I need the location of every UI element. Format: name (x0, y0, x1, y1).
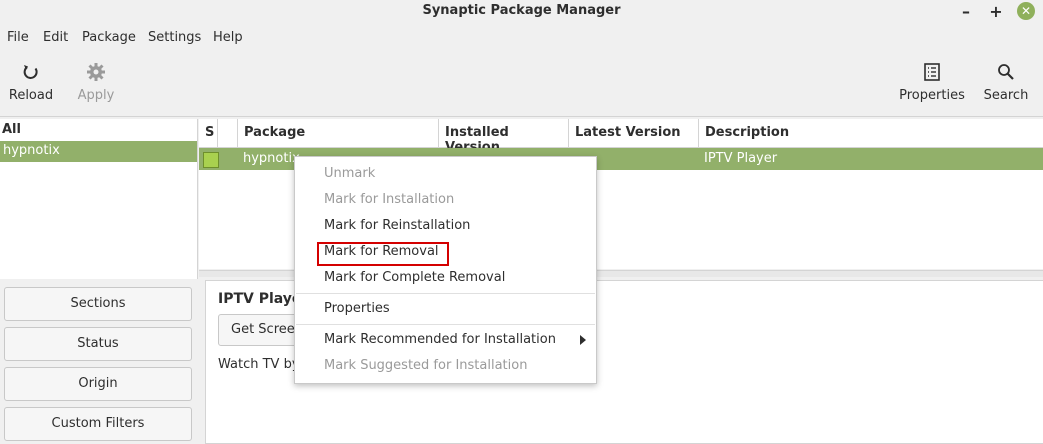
menu-item-properties[interactable]: Properties (295, 298, 596, 320)
properties-icon (899, 56, 965, 88)
reload-label: Reload (8, 88, 54, 103)
menu-help[interactable]: Help (213, 30, 243, 45)
menu-separator (296, 324, 595, 325)
filter-item-all[interactable]: All (2, 122, 21, 137)
get-screenshot-label: Get Screen (231, 322, 303, 337)
maximize-button[interactable]: + (986, 2, 1006, 22)
filter-item-hypnotix[interactable]: hypnotix (0, 141, 197, 162)
column-header-support[interactable] (218, 119, 238, 148)
menu-item-mark-for-reinstallation[interactable]: Mark for Reinstallation (295, 215, 596, 237)
menu-edit[interactable]: Edit (43, 30, 68, 45)
apply-button[interactable]: Apply (74, 56, 118, 103)
menu-package[interactable]: Package (82, 30, 136, 45)
menu-item-mark-for-complete-removal[interactable]: Mark for Complete Removal (295, 267, 596, 289)
minimize-button[interactable]: – (956, 2, 976, 22)
title-bar: Synaptic Package Manager – + ✕ (0, 0, 1043, 24)
status-button[interactable]: Status (4, 327, 192, 361)
column-header-latest-version[interactable]: Latest Version (569, 119, 699, 148)
context-menu: Unmark Mark for Installation Mark for Re… (294, 156, 597, 384)
installed-status-icon[interactable] (203, 152, 219, 168)
sections-button[interactable]: Sections (4, 287, 192, 321)
submenu-arrow-icon (580, 335, 586, 345)
toolbar: Reload Apply Properties Search (0, 56, 1043, 117)
search-button[interactable]: Search (983, 56, 1029, 103)
custom-filters-button[interactable]: Custom Filters (4, 407, 192, 441)
menu-item-mark-suggested[interactable]: Mark Suggested for Installation (295, 355, 596, 377)
filter-item-label: hypnotix (3, 143, 60, 158)
properties-button[interactable]: Properties (899, 56, 965, 103)
gear-icon (74, 56, 118, 88)
column-header-installed-version[interactable]: Installed Version (439, 119, 569, 155)
close-button[interactable]: ✕ (1017, 2, 1035, 20)
apply-label: Apply (77, 88, 115, 103)
reload-button[interactable]: Reload (8, 56, 54, 103)
reload-icon (8, 56, 54, 88)
column-header-description[interactable]: Description (699, 119, 1043, 148)
column-header-package[interactable]: Package (238, 119, 439, 148)
search-icon (983, 56, 1029, 88)
menu-item-unmark[interactable]: Unmark (295, 163, 596, 185)
origin-button[interactable]: Origin (4, 367, 192, 401)
menu-item-mark-for-installation[interactable]: Mark for Installation (295, 189, 596, 211)
column-header-status[interactable]: S (199, 119, 218, 148)
package-description: IPTV Player (704, 151, 778, 166)
details-description: Watch TV by (218, 357, 300, 372)
annotation-highlight-box (317, 242, 449, 266)
menu-settings[interactable]: Settings (148, 30, 201, 45)
menu-item-mark-recommended[interactable]: Mark Recommended for Installation (295, 329, 596, 351)
window-title: Synaptic Package Manager (422, 3, 621, 18)
details-title: IPTV Playe (218, 291, 302, 307)
properties-label: Properties (899, 88, 965, 103)
search-label: Search (983, 88, 1029, 103)
menu-separator (296, 293, 595, 294)
menu-file[interactable]: File (7, 30, 29, 45)
package-name: hypnotix (243, 151, 300, 166)
filter-list: All hypnotix (0, 119, 198, 279)
